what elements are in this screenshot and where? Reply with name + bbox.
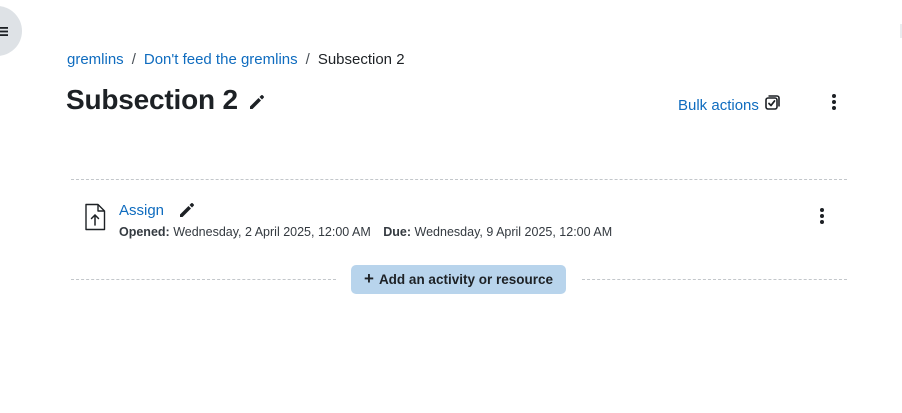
edit-title-pencil-icon[interactable] [248,93,266,111]
activity-dates: Opened: Wednesday, 2 April 2025, 12:00 A… [119,225,612,239]
activity-name-row: Assign [119,201,196,219]
activity-name-link[interactable]: Assign [119,202,164,219]
plus-icon: + [364,269,374,288]
activity-actions-menu-icon[interactable] [817,208,827,224]
title-row: Subsection 2 [66,84,266,116]
breadcrumb-link-section[interactable]: Don't feed the gremlins [144,51,298,68]
drawer-toggle-button[interactable] [0,6,22,56]
breadcrumb-current: Subsection 2 [317,51,405,68]
section-divider-right [582,279,847,280]
breadcrumb-link-course[interactable]: gremlins [67,51,124,68]
add-activity-label: Add an activity or resource [378,272,553,287]
assignment-upload-icon [84,203,106,236]
opened-value: Wednesday, 2 April 2025, 12:00 AM [173,225,371,239]
menu-icon [0,26,8,36]
due-value: Wednesday, 9 April 2025, 12:00 AM [414,225,613,239]
opened-label: Opened: [119,225,170,239]
page: gremlins / Don't feed the gremlins / Sub… [0,0,902,413]
edit-activity-name-pencil-icon[interactable] [178,201,196,219]
breadcrumb: gremlins / Don't feed the gremlins / Sub… [67,51,405,68]
add-activity-button[interactable]: + Add an activity or resource [351,265,566,294]
bulk-edit-icon [764,95,780,115]
breadcrumb-separator: / [305,51,310,68]
bulk-actions-label: Bulk actions [678,96,759,114]
bulk-actions-button[interactable]: Bulk actions [678,95,780,115]
breadcrumb-separator: / [131,51,136,68]
page-title: Subsection 2 [66,84,238,115]
page-actions-menu-icon[interactable] [829,94,839,110]
section-divider-left [71,279,336,280]
section-divider [71,179,847,180]
due-label: Due: [383,225,412,239]
